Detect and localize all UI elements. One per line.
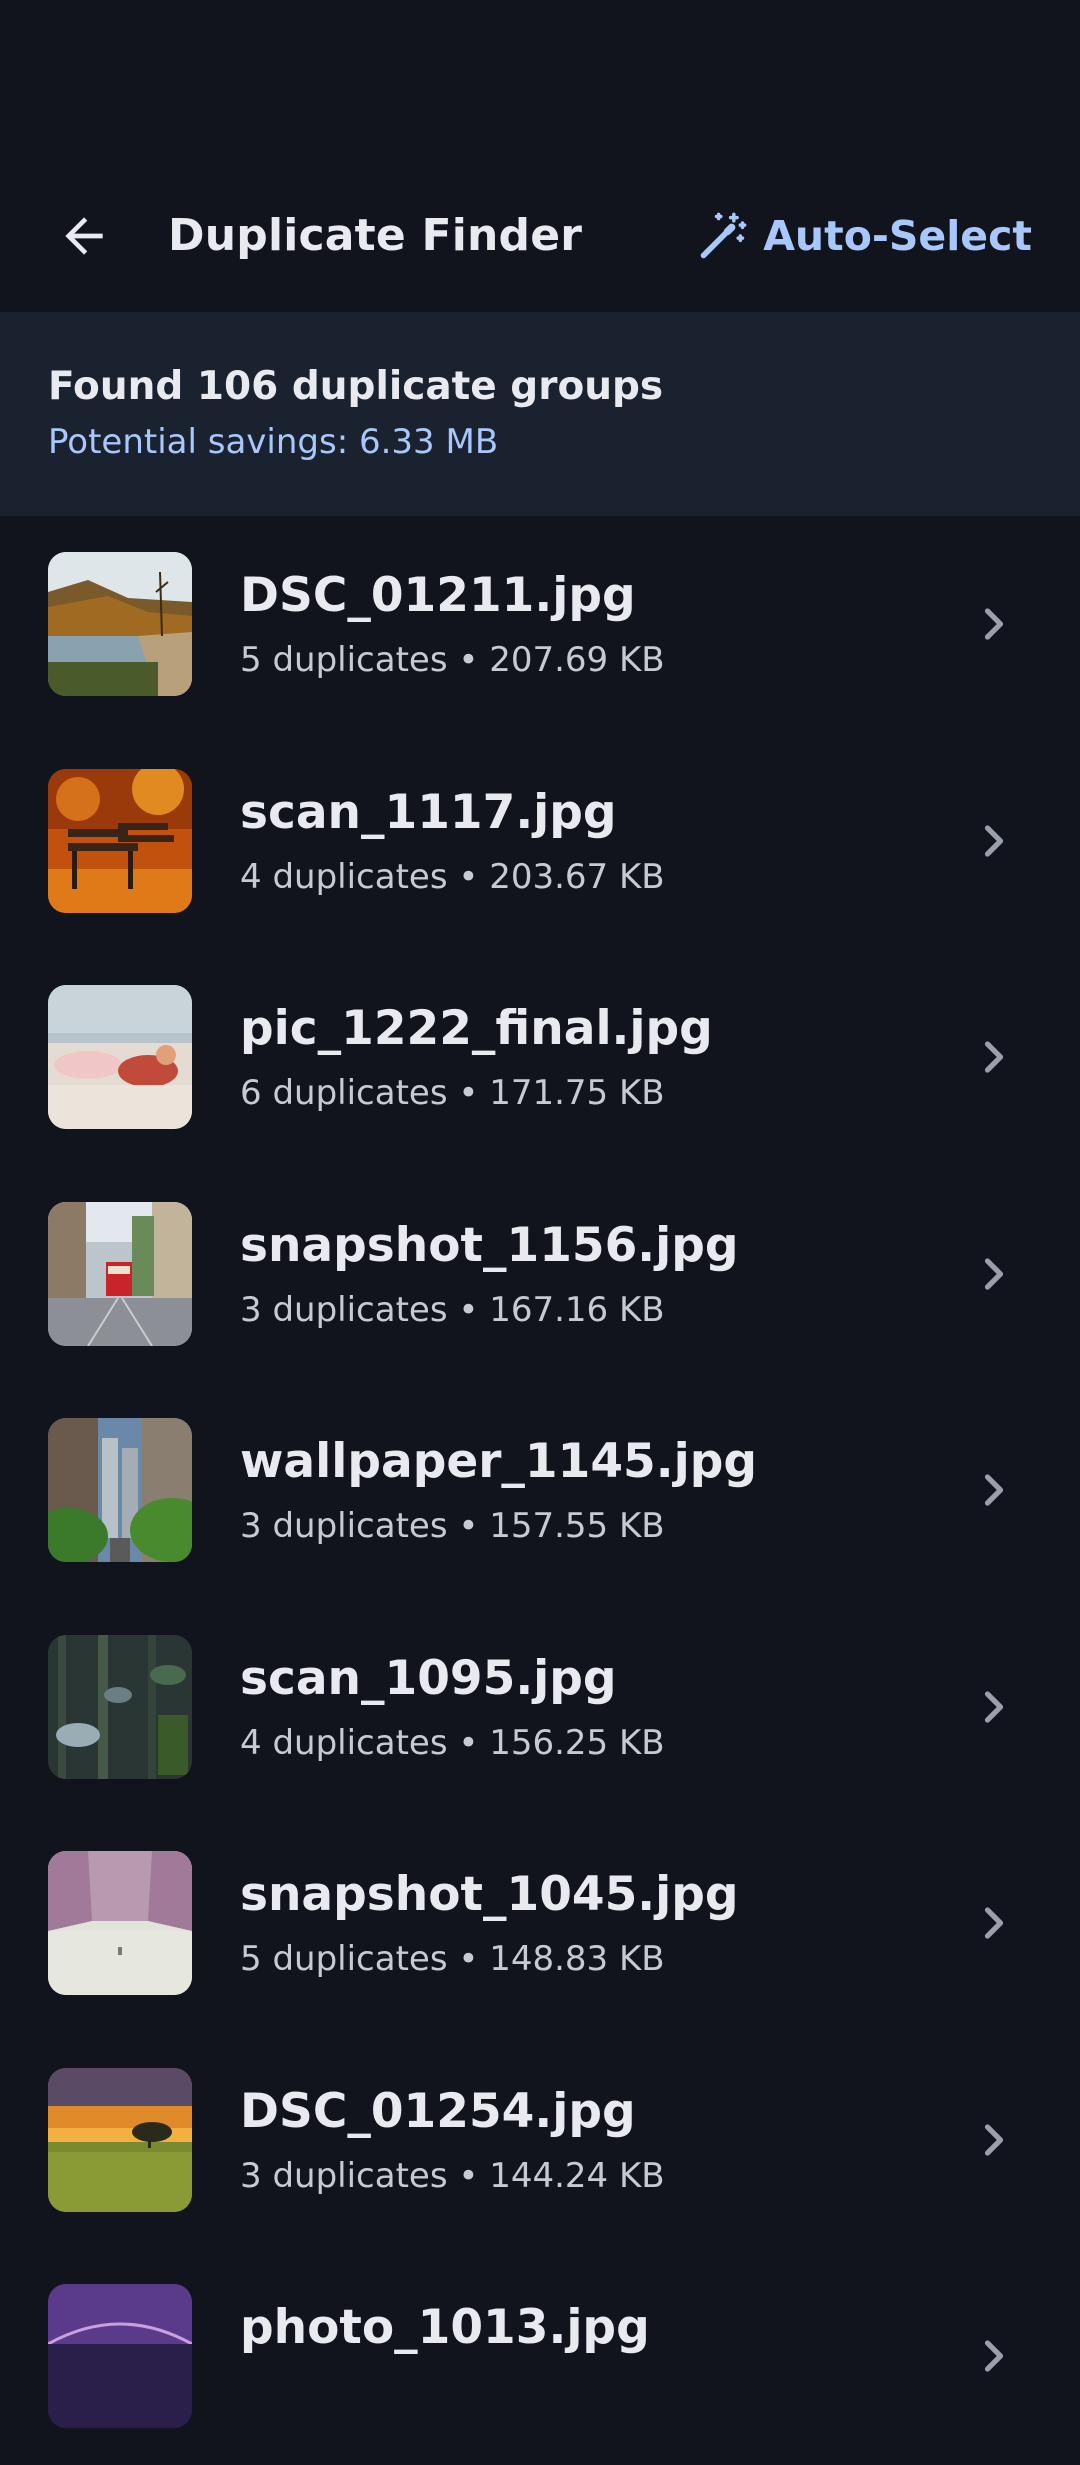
file-meta: 5 duplicates • 148.83 KB bbox=[240, 1939, 665, 1979]
list-item[interactable]: DSC_01254.jpg 3 duplicates • 144.24 KB bbox=[0, 2032, 1080, 2249]
magic-wand-icon bbox=[700, 212, 747, 259]
chevron-right-icon bbox=[984, 2340, 1004, 2372]
summary-title: Found 106 duplicate groups bbox=[48, 364, 664, 409]
file-name: snapshot_1156.jpg bbox=[240, 1217, 739, 1273]
file-meta: 3 duplicates • 167.16 KB bbox=[240, 1289, 665, 1330]
file-name: snapshot_1045.jpg bbox=[240, 1867, 739, 1922]
thumbnail bbox=[48, 985, 192, 1129]
list-item[interactable]: photo_1013.jpg bbox=[0, 2248, 1080, 2465]
auto-select-label: Auto-Select bbox=[763, 212, 1032, 260]
duplicate-group-list: DSC_01211.jpg 5 duplicates • 207.69 KB s… bbox=[0, 516, 1080, 2465]
file-name: DSC_01254.jpg bbox=[240, 2083, 636, 2139]
chevron-right-icon bbox=[984, 1474, 1004, 1506]
page-title: Duplicate Finder bbox=[168, 210, 583, 261]
thumbnail bbox=[48, 1634, 192, 1779]
chevron-right-icon bbox=[984, 824, 1004, 857]
thumbnail bbox=[48, 2067, 192, 2212]
file-meta: 6 duplicates • 171.75 KB bbox=[240, 1073, 665, 1113]
thumbnail bbox=[48, 2284, 192, 2428]
file-meta: 3 duplicates • 157.55 KB bbox=[240, 1506, 665, 1546]
chevron-right-icon bbox=[984, 1690, 1004, 1723]
list-item[interactable]: pic_1222_final.jpg 6 duplicates • 171.75… bbox=[0, 949, 1080, 1166]
file-name: DSC_01211.jpg bbox=[240, 568, 636, 623]
app-bar: Duplicate Finder Auto-Select bbox=[0, 160, 1080, 312]
chevron-right-icon bbox=[984, 608, 1004, 640]
arrow-back-icon bbox=[65, 217, 103, 255]
potential-savings: Potential savings: 6.33 MB bbox=[48, 422, 499, 462]
thumbnail bbox=[48, 1201, 192, 1346]
list-item[interactable]: wallpaper_1145.jpg 3 duplicates • 157.55… bbox=[0, 1382, 1080, 1599]
chevron-right-icon bbox=[984, 1907, 1004, 1939]
summary-banner: Found 106 duplicate groups Potential sav… bbox=[0, 312, 1080, 516]
list-item[interactable]: scan_1117.jpg 4 duplicates • 203.67 KB bbox=[0, 733, 1080, 950]
file-meta: 5 duplicates • 207.69 KB bbox=[240, 640, 665, 680]
chevron-right-icon bbox=[984, 2123, 1004, 2156]
file-meta: 3 duplicates • 144.24 KB bbox=[240, 2155, 665, 2196]
file-meta: 4 duplicates • 156.25 KB bbox=[240, 1722, 665, 1763]
file-name: scan_1095.jpg bbox=[240, 1650, 617, 1706]
list-item[interactable]: scan_1095.jpg 4 duplicates • 156.25 KB bbox=[0, 1599, 1080, 1816]
back-button[interactable] bbox=[48, 200, 120, 272]
file-name: pic_1222_final.jpg bbox=[240, 1001, 713, 1056]
thumbnail bbox=[48, 552, 192, 696]
list-item[interactable]: snapshot_1045.jpg 5 duplicates • 148.83 … bbox=[0, 1815, 1080, 2032]
thumbnail bbox=[48, 768, 192, 913]
file-name: scan_1117.jpg bbox=[240, 784, 617, 840]
file-meta: 4 duplicates • 203.67 KB bbox=[240, 856, 665, 897]
file-name: photo_1013.jpg bbox=[240, 2300, 650, 2355]
thumbnail bbox=[48, 1851, 192, 1995]
auto-select-button[interactable]: Auto-Select bbox=[697, 194, 1032, 278]
list-item[interactable]: DSC_01211.jpg 5 duplicates • 207.69 KB bbox=[0, 516, 1080, 733]
status-bar bbox=[0, 0, 1080, 160]
list-item[interactable]: snapshot_1156.jpg 3 duplicates • 167.16 … bbox=[0, 1166, 1080, 1383]
thumbnail bbox=[48, 1418, 192, 1562]
chevron-right-icon bbox=[984, 1041, 1004, 1073]
file-name: wallpaper_1145.jpg bbox=[240, 1434, 757, 1489]
chevron-right-icon bbox=[984, 1257, 1004, 1290]
